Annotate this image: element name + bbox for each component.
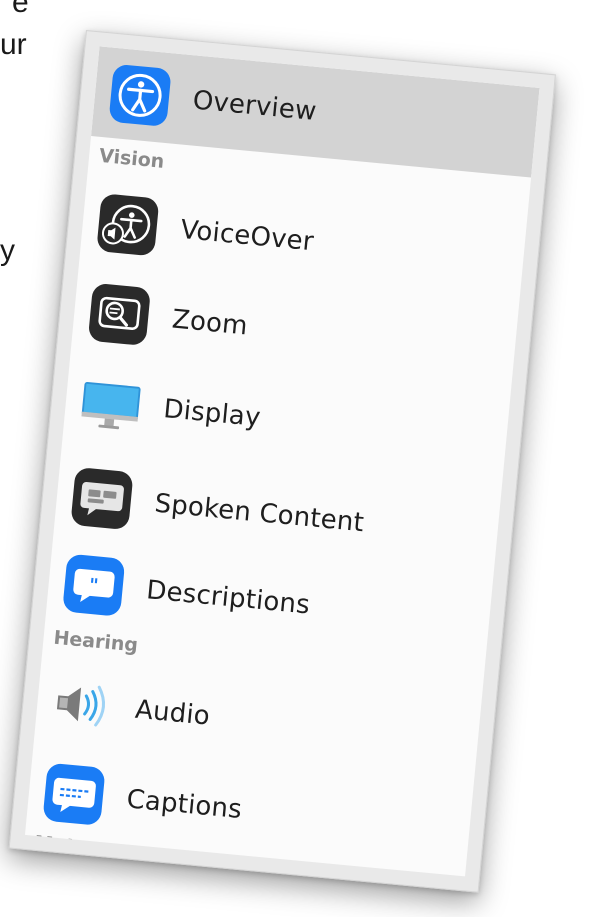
sidebar-item-label: Descriptions xyxy=(145,575,312,621)
sidebar-item-label: Audio xyxy=(133,694,212,732)
zoom-icon xyxy=(86,281,154,349)
background-text-3: y xyxy=(0,234,15,267)
accessibility-sidebar-panel: Overview Vision VoiceOver Zoom Display S… xyxy=(8,30,556,893)
background-text-2: ur xyxy=(0,28,27,61)
sidebar-item-label: Display xyxy=(162,394,262,434)
sidebar-item-label: Captions xyxy=(125,784,244,826)
descriptions-icon: " xyxy=(60,551,128,619)
svg-text:": " xyxy=(88,575,99,597)
captions-icon xyxy=(40,760,108,828)
sidebar-item-label: VoiceOver xyxy=(179,214,315,258)
section-header-motor: Motor xyxy=(33,831,99,860)
accessibility-icon xyxy=(106,62,174,130)
display-icon xyxy=(77,370,145,438)
background-text-1: e xyxy=(12,0,29,19)
sidebar-item-label: Spoken Content xyxy=(153,488,366,539)
sidebar-list: Overview Vision VoiceOver Zoom Display S… xyxy=(24,46,540,877)
spoken-content-icon xyxy=(68,465,136,533)
sidebar-item-label: Zoom xyxy=(170,304,249,342)
section-header-vision: Vision xyxy=(98,144,166,173)
voiceover-icon xyxy=(94,191,162,259)
sidebar-item-label: Overview xyxy=(191,85,318,127)
speaker-icon xyxy=(49,671,117,739)
